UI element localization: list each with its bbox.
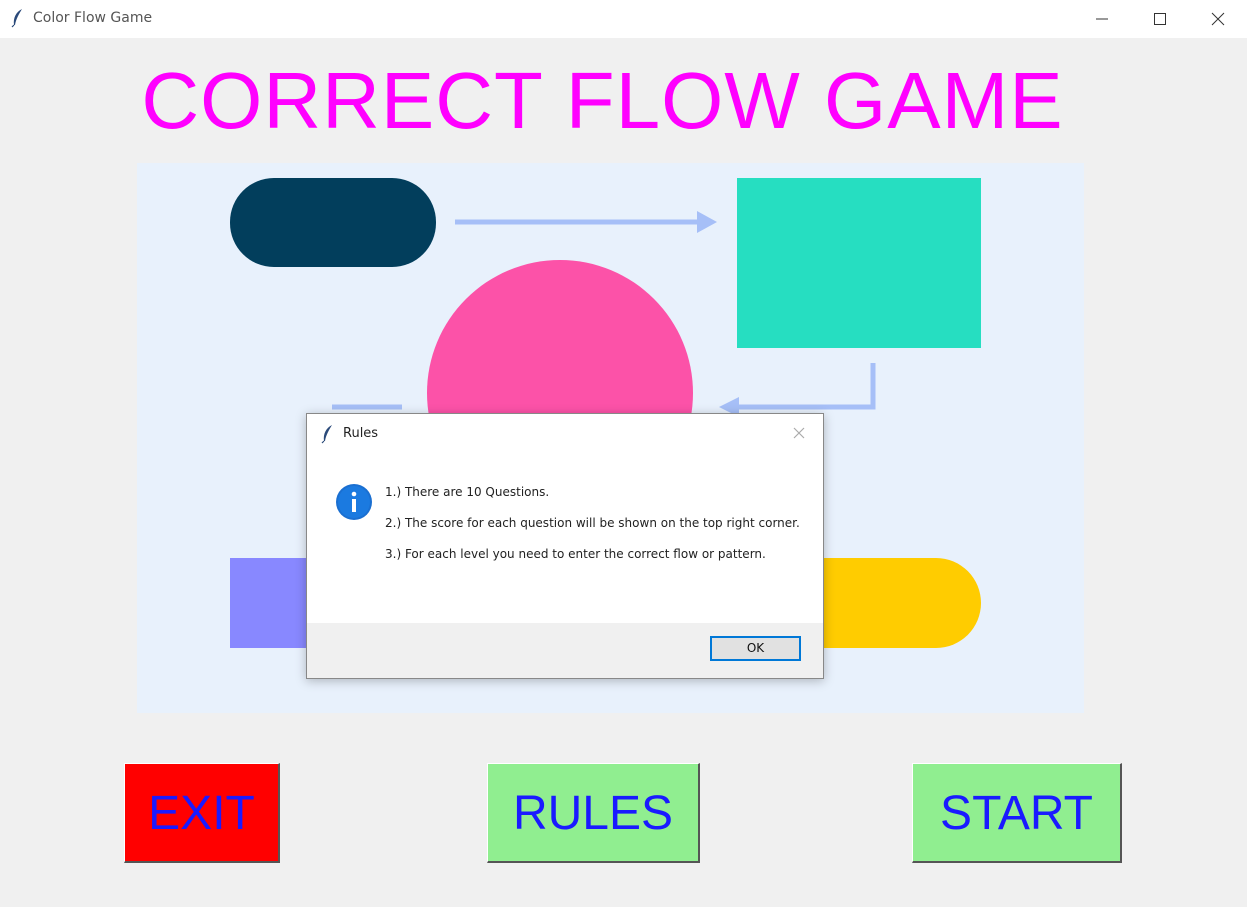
feather-icon xyxy=(10,8,26,28)
maximize-button[interactable] xyxy=(1131,0,1189,38)
rule-line: 3.) For each level you need to enter the… xyxy=(385,547,766,561)
feather-icon xyxy=(321,424,335,444)
diagram-arrowhead-top xyxy=(697,211,717,233)
game-title: CORRECT FLOW GAME xyxy=(141,56,1064,145)
minimize-button[interactable] xyxy=(1073,0,1131,38)
exit-button[interactable]: EXIT xyxy=(124,763,280,863)
window-title: Color Flow Game xyxy=(33,10,153,26)
rules-dialog: Rules 1.) There are 10 Questions. 2.) Th… xyxy=(306,413,824,679)
rules-button[interactable]: RULES xyxy=(487,763,700,863)
close-window-button[interactable] xyxy=(1189,0,1247,38)
diagram-pill-top xyxy=(230,178,436,267)
window-titlebar: Color Flow Game xyxy=(0,0,1247,38)
start-button[interactable]: START xyxy=(912,763,1122,863)
rule-line: 1.) There are 10 Questions. xyxy=(385,485,550,499)
diagram-rect-top xyxy=(737,178,981,348)
dialog-title: Rules xyxy=(343,426,379,441)
dialog-close-icon[interactable] xyxy=(791,425,807,441)
rule-line: 2.) The score for each question will be … xyxy=(385,516,800,530)
dialog-footer: OK xyxy=(307,623,823,678)
diagram-arrow-elbow xyxy=(737,363,876,410)
ok-button[interactable]: OK xyxy=(710,636,801,661)
dialog-message: 1.) There are 10 Questions. 2.) The scor… xyxy=(385,484,805,577)
info-icon xyxy=(335,483,373,525)
